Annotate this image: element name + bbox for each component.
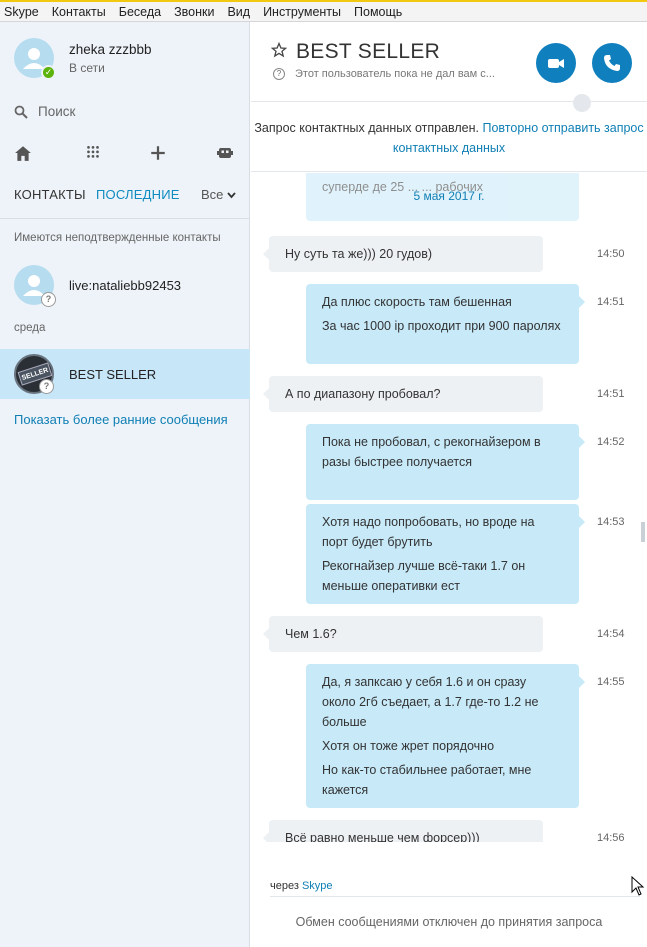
menu-help[interactable]: Помощь [354,5,402,19]
outgoing-message[interactable]: Да, я запксаю у себя 1.6 и он сразу окол… [306,664,585,808]
video-call-button[interactable] [536,43,576,83]
section-unconfirmed: Имеются неподтвержденные контакты [14,232,221,244]
outgoing-message[interactable]: Пока не пробовал, с рекогнайзером в разы… [306,424,585,500]
phone-icon [604,55,620,71]
via-label: через Skype [270,880,333,892]
message-list[interactable]: суперде де 25 ... ... рабочих 5 мая 2017… [251,173,647,842]
avatar: SELLER ? [14,354,54,394]
contact-subtitle: ? Этот пользователь пока не дал вам с... [273,68,495,80]
page-title: BEST SELLER [296,40,441,63]
globe-icon [573,94,591,112]
contact-tabs: КОНТАКТЫ ПОСЛЕДНИЕ Все [14,187,236,205]
chevron-down-icon [227,192,236,199]
sidebar: ✓ zheka zzzbbb В сети Поиск КОНТАКТЫ ПОС… [0,22,250,947]
menu-tools[interactable]: Инструменты [263,5,341,19]
via-skype-link[interactable]: Skype [302,880,333,892]
avatar[interactable]: ✓ [14,38,56,80]
video-camera-icon [548,59,564,68]
contact-item[interactable]: ? live:nataliebb92453 [0,260,250,310]
profile-status[interactable]: В сети [69,61,152,75]
message-timestamp: 14:51 [597,296,625,308]
contact-item-selected[interactable]: SELLER ? BEST SELLER [0,349,250,399]
search-label: Поиск [38,104,76,119]
message-text: Ну суть та же))) 20 гудов) [285,247,433,261]
message-timestamp: 14:56 [597,832,625,842]
question-icon: ? [273,68,285,80]
subtitle-text: Этот пользователь пока не дал вам с... [295,68,495,80]
menu-conversation[interactable]: Беседа [119,5,161,19]
tab-recent[interactable]: ПОСЛЕДНИЕ [96,187,180,202]
message-text: За час 1000 ip проходит при 900 паролях [322,319,561,333]
message-timestamp: 14:54 [597,628,625,640]
bot-icon[interactable] [216,144,234,162]
menu-skype[interactable]: Skype [4,5,39,19]
message-text: Всё равно меньше чем форсер))) [285,831,480,842]
tab-contacts[interactable]: КОНТАКТЫ [14,187,86,202]
message-text: Пока не пробовал, с рекогнайзером в разы… [322,435,541,469]
message-text: Рекогнайзер лучше всё-таки 1.7 он меньше… [322,559,526,593]
star-icon[interactable] [271,42,287,58]
add-icon[interactable] [149,144,167,162]
message-timestamp: 14:53 [597,516,625,528]
date-separator: 5 мая 2017 г. [413,189,485,203]
menu-calls[interactable]: Звонки [174,5,214,19]
incoming-message[interactable]: А по диапазону пробовал? [263,376,543,412]
incoming-message[interactable]: Всё равно меньше чем форсер))) [263,820,543,842]
outgoing-message[interactable]: Да плюс скорость там бешенная За час 1000… [306,284,585,364]
search-icon [14,105,28,119]
contact-name: BEST SELLER [69,366,157,382]
message-text: Чем 1.6? [285,627,337,641]
cursor-icon [631,876,645,896]
filter-label: Все [200,187,224,202]
show-earlier-link[interactable]: Показать более ранние сообщения [14,412,228,427]
via-prefix: через [270,880,299,892]
message-timestamp: 14:51 [597,388,625,400]
message-text: Да, я запксаю у себя 1.6 и он сразу окол… [322,675,539,729]
message-text: Хотя он тоже жрет порядочно [322,739,495,753]
scrollbar-thumb[interactable] [641,522,645,542]
message-text: Да плюс скорость там бешенная [322,295,512,309]
search-input[interactable]: Поиск [14,104,75,119]
menu-view[interactable]: Вид [227,5,250,19]
notice-text: Запрос контактных данных отправлен. [254,121,480,135]
contact-request-notice: Запрос контактных данных отправлен. Повт… [251,102,647,172]
avatar: ? [14,265,56,307]
menu-bar: Skype Контакты Беседа Звонки Вид Инструм… [0,0,647,22]
message-timestamp: 14:55 [597,676,625,688]
message-text: Хотя надо попробовать, но вроде на порт … [322,515,535,549]
filter-dropdown[interactable]: Все [201,187,236,202]
unknown-status-icon: ? [39,379,54,394]
section-wednesday: среда [14,322,46,334]
home-icon[interactable] [14,144,32,162]
message-timestamp: 14:50 [597,248,625,260]
message-timestamp: 14:52 [597,436,625,448]
messaging-disabled-notice: Обмен сообщениями отключен до принятия з… [295,915,603,929]
outgoing-message[interactable]: Хотя надо попробовать, но вроде на порт … [306,504,585,604]
message-text: Но как-то стабильнее работает, мне кажет… [322,763,532,797]
message-text: А по диапазону пробовал? [285,387,441,401]
audio-call-button[interactable] [592,43,632,83]
menu-contacts[interactable]: Контакты [52,5,106,19]
conversation-header: BEST SELLER ? Этот пользователь пока не … [251,22,647,102]
incoming-message[interactable]: Чем 1.6? [263,616,543,652]
incoming-message[interactable]: Ну суть та же))) 20 гудов) [263,236,543,272]
conversation-pane: BEST SELLER ? Этот пользователь пока не … [251,22,647,947]
online-status-icon: ✓ [41,65,56,80]
unknown-status-icon: ? [41,292,56,307]
sidebar-toolbar [14,144,236,164]
divider [270,896,640,897]
profile-name: zheka zzzbbb [69,42,152,57]
divider [0,218,250,219]
dialpad-icon[interactable] [84,144,102,162]
profile[interactable]: ✓ zheka zzzbbb В сети [14,38,152,80]
contact-name: live:nataliebb92453 [69,277,182,293]
